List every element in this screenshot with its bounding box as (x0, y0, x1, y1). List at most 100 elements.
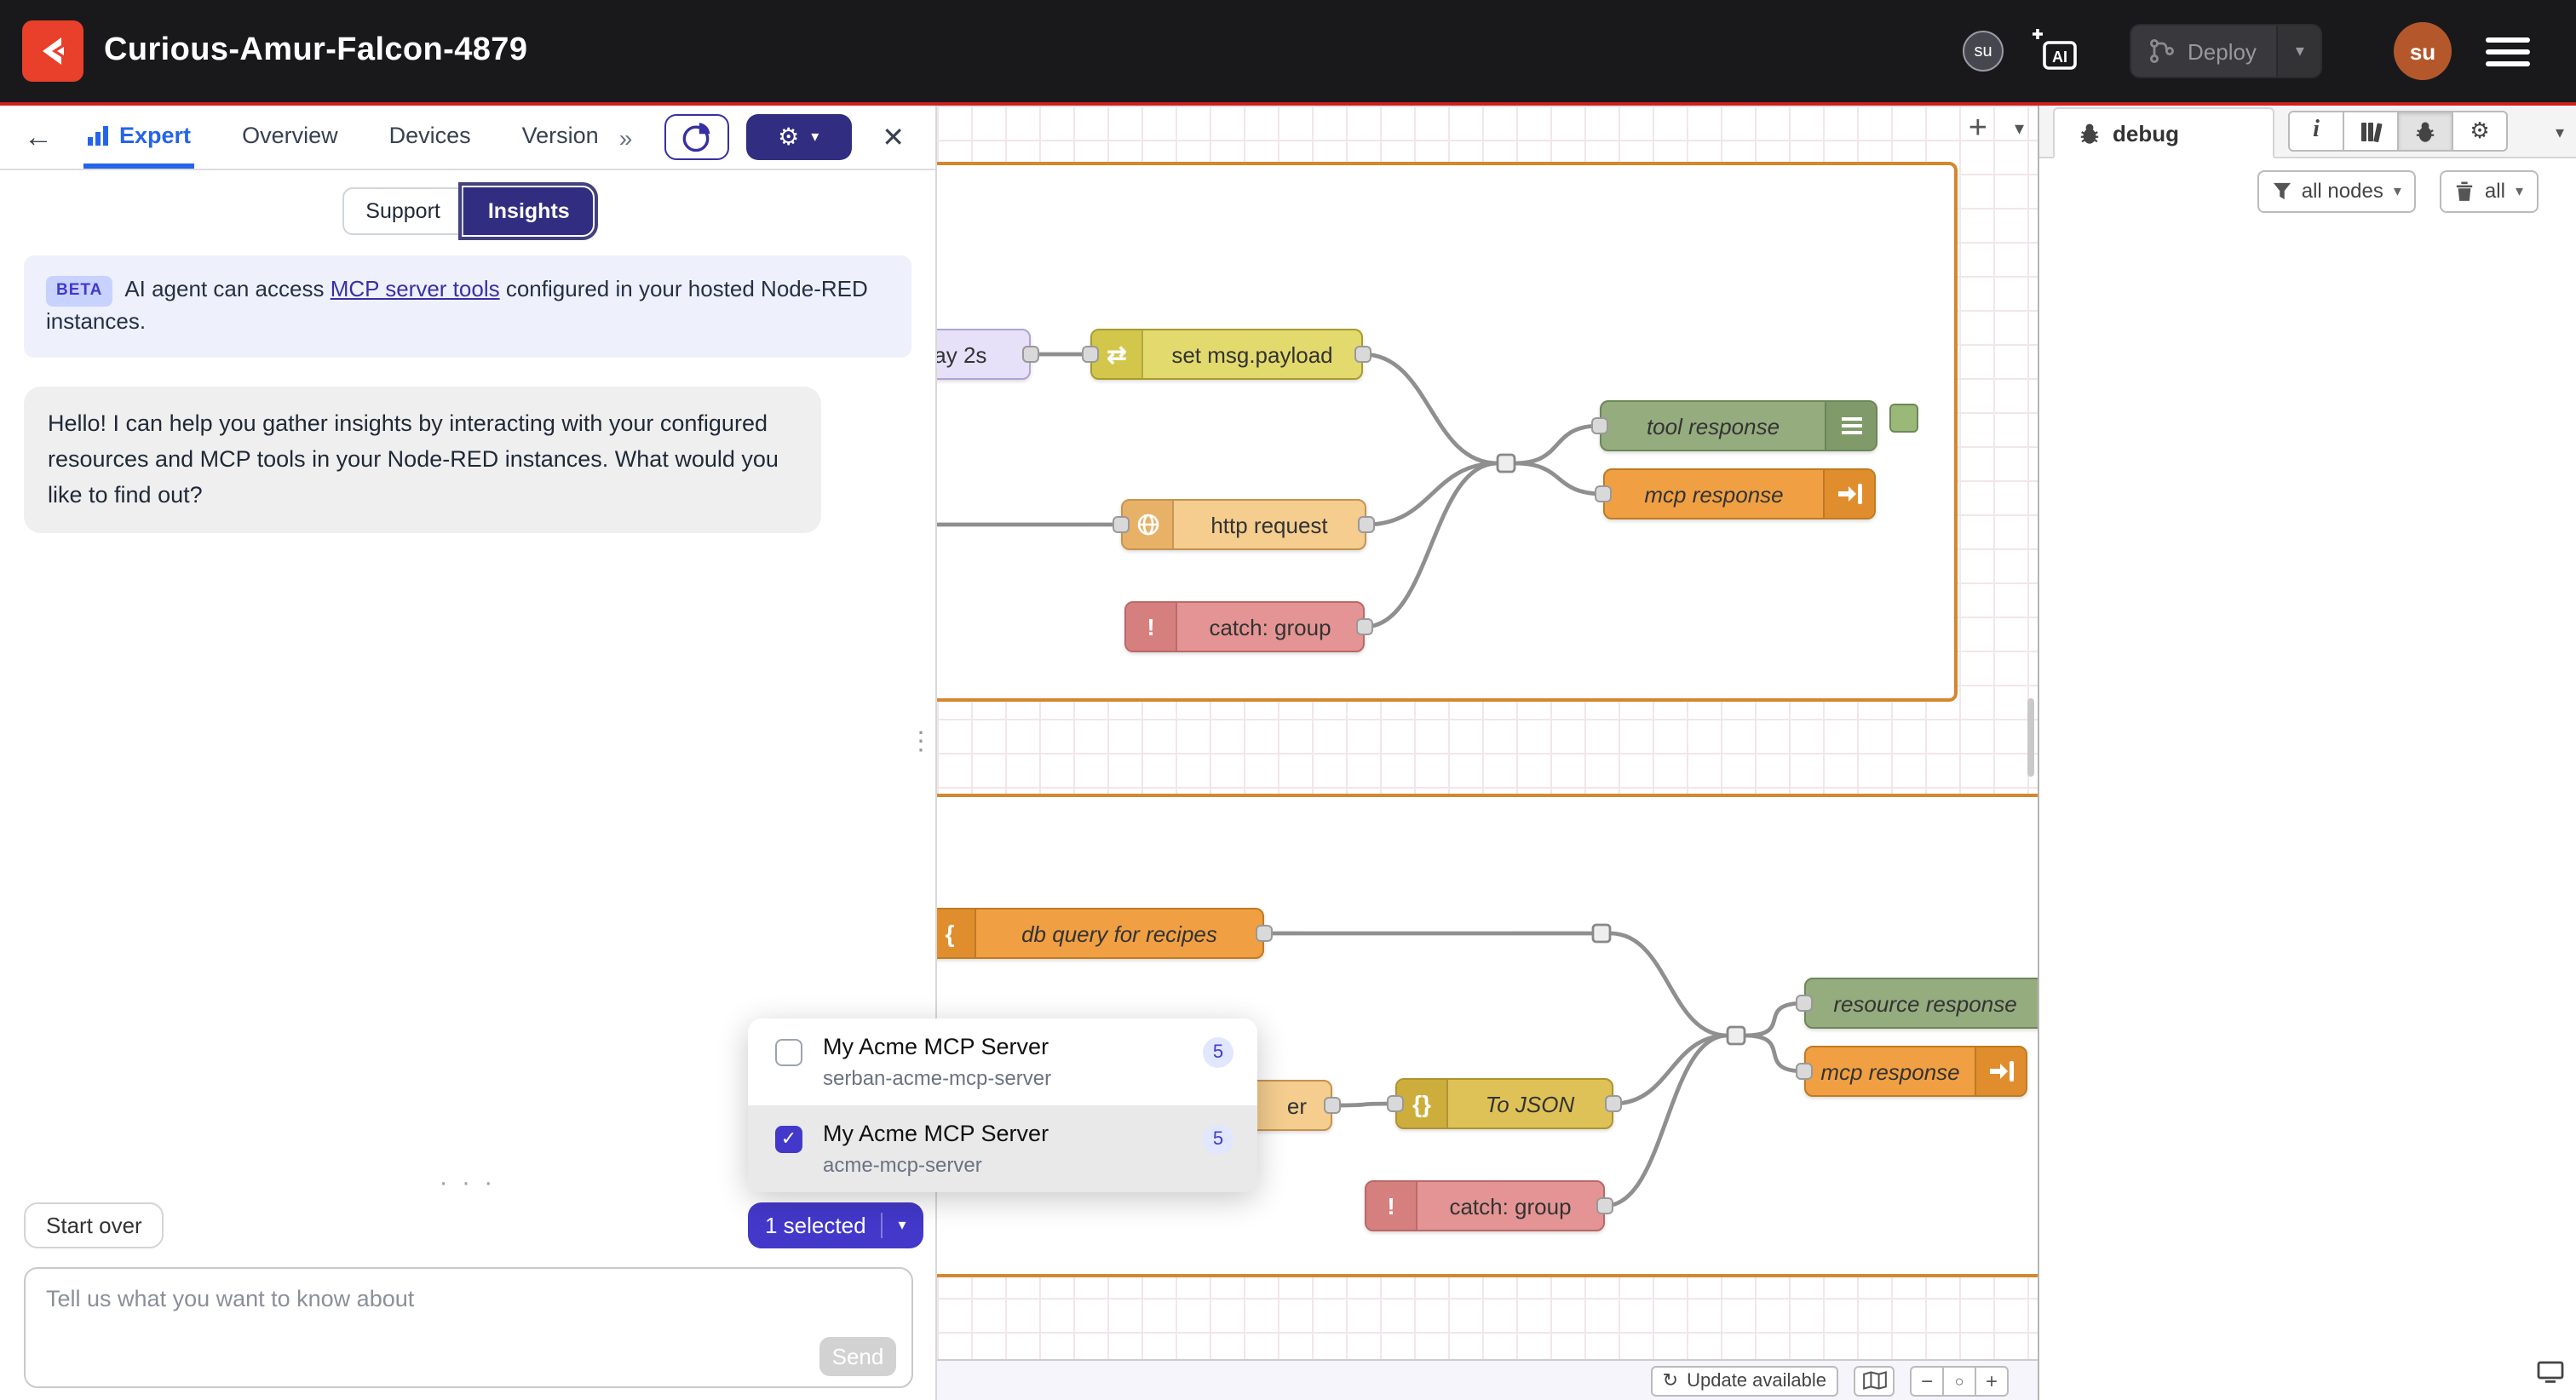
map-icon (1861, 1371, 1887, 1390)
canvas-scrollbar[interactable] (2027, 698, 2034, 777)
node-input-port[interactable] (1796, 1063, 1813, 1080)
start-over-button[interactable]: Start over (24, 1202, 164, 1248)
debug-sidebar: debug i ⚙ ▾ all nodes (2038, 106, 2576, 1400)
list-icon (1825, 402, 1876, 450)
server-count-badge: 5 (1203, 1124, 1233, 1155)
insights-mode-button[interactable]: Insights (464, 187, 594, 235)
debug-toggle-button[interactable] (1889, 404, 1918, 433)
panel-resize-handle[interactable]: ⋮ (908, 729, 934, 755)
filter-nodes-dropdown[interactable]: all nodes ▾ (2257, 169, 2417, 212)
info-sidebar-button[interactable]: i (2288, 111, 2344, 152)
tab-expert[interactable]: Expert (83, 106, 194, 169)
flow-canvas[interactable]: delay 2s⇄set msg.payloadhttp request!cat… (937, 106, 2038, 1400)
node-output-port[interactable] (1358, 516, 1375, 533)
flow-node-catch-group-2[interactable]: !catch: group (1365, 1180, 1605, 1231)
server-title: My Acme MCP Server (823, 1034, 1203, 1059)
close-panel-button[interactable]: ✕ (871, 118, 915, 156)
logo-chevron-icon (34, 32, 72, 70)
node-output-port[interactable] (1256, 925, 1273, 942)
back-button[interactable]: ← (24, 120, 53, 154)
zoom-in-button[interactable]: + (1975, 1365, 2009, 1396)
device-monitor-icon[interactable] (2537, 1361, 2564, 1391)
node-label: http request (1174, 512, 1365, 537)
config-sidebar-button[interactable]: ⚙ (2452, 111, 2508, 152)
user-avatar[interactable]: su (2394, 0, 2452, 102)
flow-node-delay[interactable]: delay 2s (937, 329, 1031, 380)
flow-node-tool-response[interactable]: tool response (1600, 400, 1877, 451)
update-available-button[interactable]: ↻ Update available (1651, 1365, 1838, 1396)
flow-node-http-request[interactable]: http request (1121, 499, 1366, 550)
tab-version[interactable]: Version (519, 106, 602, 169)
node-output-port[interactable] (1356, 618, 1373, 635)
node-input-port[interactable] (1595, 485, 1612, 502)
server-count-badge: 5 (1203, 1037, 1233, 1068)
node-output-port[interactable] (1354, 346, 1371, 363)
exclamation-icon: ! (1126, 603, 1177, 651)
tab-overflow-chevron[interactable]: » (619, 123, 633, 151)
tab-devices[interactable]: Devices (386, 106, 474, 169)
node-output-port[interactable] (1596, 1197, 1613, 1214)
debug-sidebar-button[interactable] (2397, 111, 2453, 152)
server-row[interactable]: ✓ My Acme MCP Server acme-mcp-server 5 (748, 1105, 1257, 1192)
tab-debug[interactable]: debug (2053, 107, 2274, 158)
deploy-button[interactable]: Deploy ▾ (2130, 24, 2323, 78)
node-input-port[interactable] (1796, 995, 1813, 1012)
node-input-port[interactable] (1082, 346, 1099, 363)
usage-pie-button[interactable] (664, 114, 728, 160)
help-sidebar-button[interactable] (2343, 111, 2399, 152)
mini-user-badge[interactable]: su (1963, 0, 2004, 102)
zoom-out-button[interactable]: − (1910, 1365, 1944, 1396)
ai-assistant-icon[interactable]: AI (2031, 0, 2082, 102)
node-input-port[interactable] (1387, 1095, 1404, 1112)
node-output-port[interactable] (1605, 1095, 1622, 1112)
canvas-footer: ↻ Update available − ○ + (937, 1359, 2038, 1400)
deploy-icon (2148, 37, 2176, 65)
flowfuse-logo-icon[interactable] (22, 20, 83, 82)
main-menu-button[interactable] (2486, 0, 2530, 102)
flow-node-set-payload[interactable]: ⇄set msg.payload (1090, 329, 1363, 380)
flow-node-to-json[interactable]: {}To JSON (1395, 1078, 1613, 1129)
navigator-map-button[interactable] (1854, 1365, 1895, 1396)
gear-icon: ⚙ (778, 123, 799, 152)
flow-node-mcp-response-2[interactable]: mcp response (1804, 1046, 2027, 1097)
clear-messages-dropdown[interactable]: all ▾ (2441, 169, 2539, 212)
node-output-port[interactable] (1324, 1097, 1341, 1114)
chat-input[interactable] (26, 1269, 911, 1386)
node-label: To JSON (1448, 1091, 1612, 1116)
chevron-down-icon: ▾ (899, 1216, 906, 1235)
bug-icon (2414, 120, 2436, 142)
flow-node-resource-response[interactable]: resource response (1804, 978, 2038, 1029)
add-flow-button[interactable]: + (1969, 112, 1987, 145)
flow-node-mcp-response-1[interactable]: mcp response (1603, 468, 1876, 519)
assistant-panel: ← Expert Overview Devices Version » ⚙ ▾ … (0, 106, 937, 1400)
flow-node-db-query[interactable]: {db query for recipes (937, 908, 1264, 959)
flow-nodes-layer: delay 2s⇄set msg.payloadhttp request!cat… (937, 106, 2038, 1400)
node-input-port[interactable] (1591, 417, 1608, 434)
node-input-port[interactable] (1113, 516, 1130, 533)
books-icon (2359, 120, 2383, 142)
sidebar-collapse-caret[interactable]: ▾ (2556, 124, 2564, 143)
avatar-initials: su (2394, 22, 2452, 80)
server-subtitle: serban-acme-mcp-server (823, 1066, 1203, 1090)
arrow-icon (1975, 1047, 2026, 1095)
beta-badge: BETA (46, 276, 112, 307)
zoom-controls: − ○ + (1910, 1365, 2009, 1396)
gear-icon: ⚙ (2470, 118, 2489, 145)
deploy-options-caret[interactable]: ▾ (2277, 26, 2321, 77)
flow-node-catch-group-1[interactable]: !catch: group (1124, 601, 1365, 652)
support-mode-button[interactable]: Support (342, 187, 464, 235)
flow-list-caret[interactable]: ▾ (2015, 118, 2024, 140)
close-icon: ✕ (882, 123, 905, 152)
tab-overview[interactable]: Overview (239, 106, 342, 169)
assistant-settings-button[interactable]: ⚙ ▾ (745, 114, 851, 160)
server-row[interactable]: ✓ My Acme MCP Server serban-acme-mcp-ser… (748, 1018, 1257, 1105)
zoom-reset-button[interactable]: ○ (1942, 1365, 1976, 1396)
selected-servers-dropdown[interactable]: 1 selected ▾ (748, 1202, 923, 1248)
node-label: catch: group (1417, 1193, 1603, 1219)
mcp-server-menu: ✓ My Acme MCP Server serban-acme-mcp-ser… (748, 1018, 1257, 1192)
mcp-server-tools-link[interactable]: MCP server tools (331, 276, 500, 301)
send-button[interactable]: Send (819, 1337, 896, 1376)
server-checkbox[interactable]: ✓ (775, 1126, 802, 1153)
server-checkbox[interactable]: ✓ (775, 1039, 802, 1066)
node-output-port[interactable] (1022, 346, 1039, 363)
